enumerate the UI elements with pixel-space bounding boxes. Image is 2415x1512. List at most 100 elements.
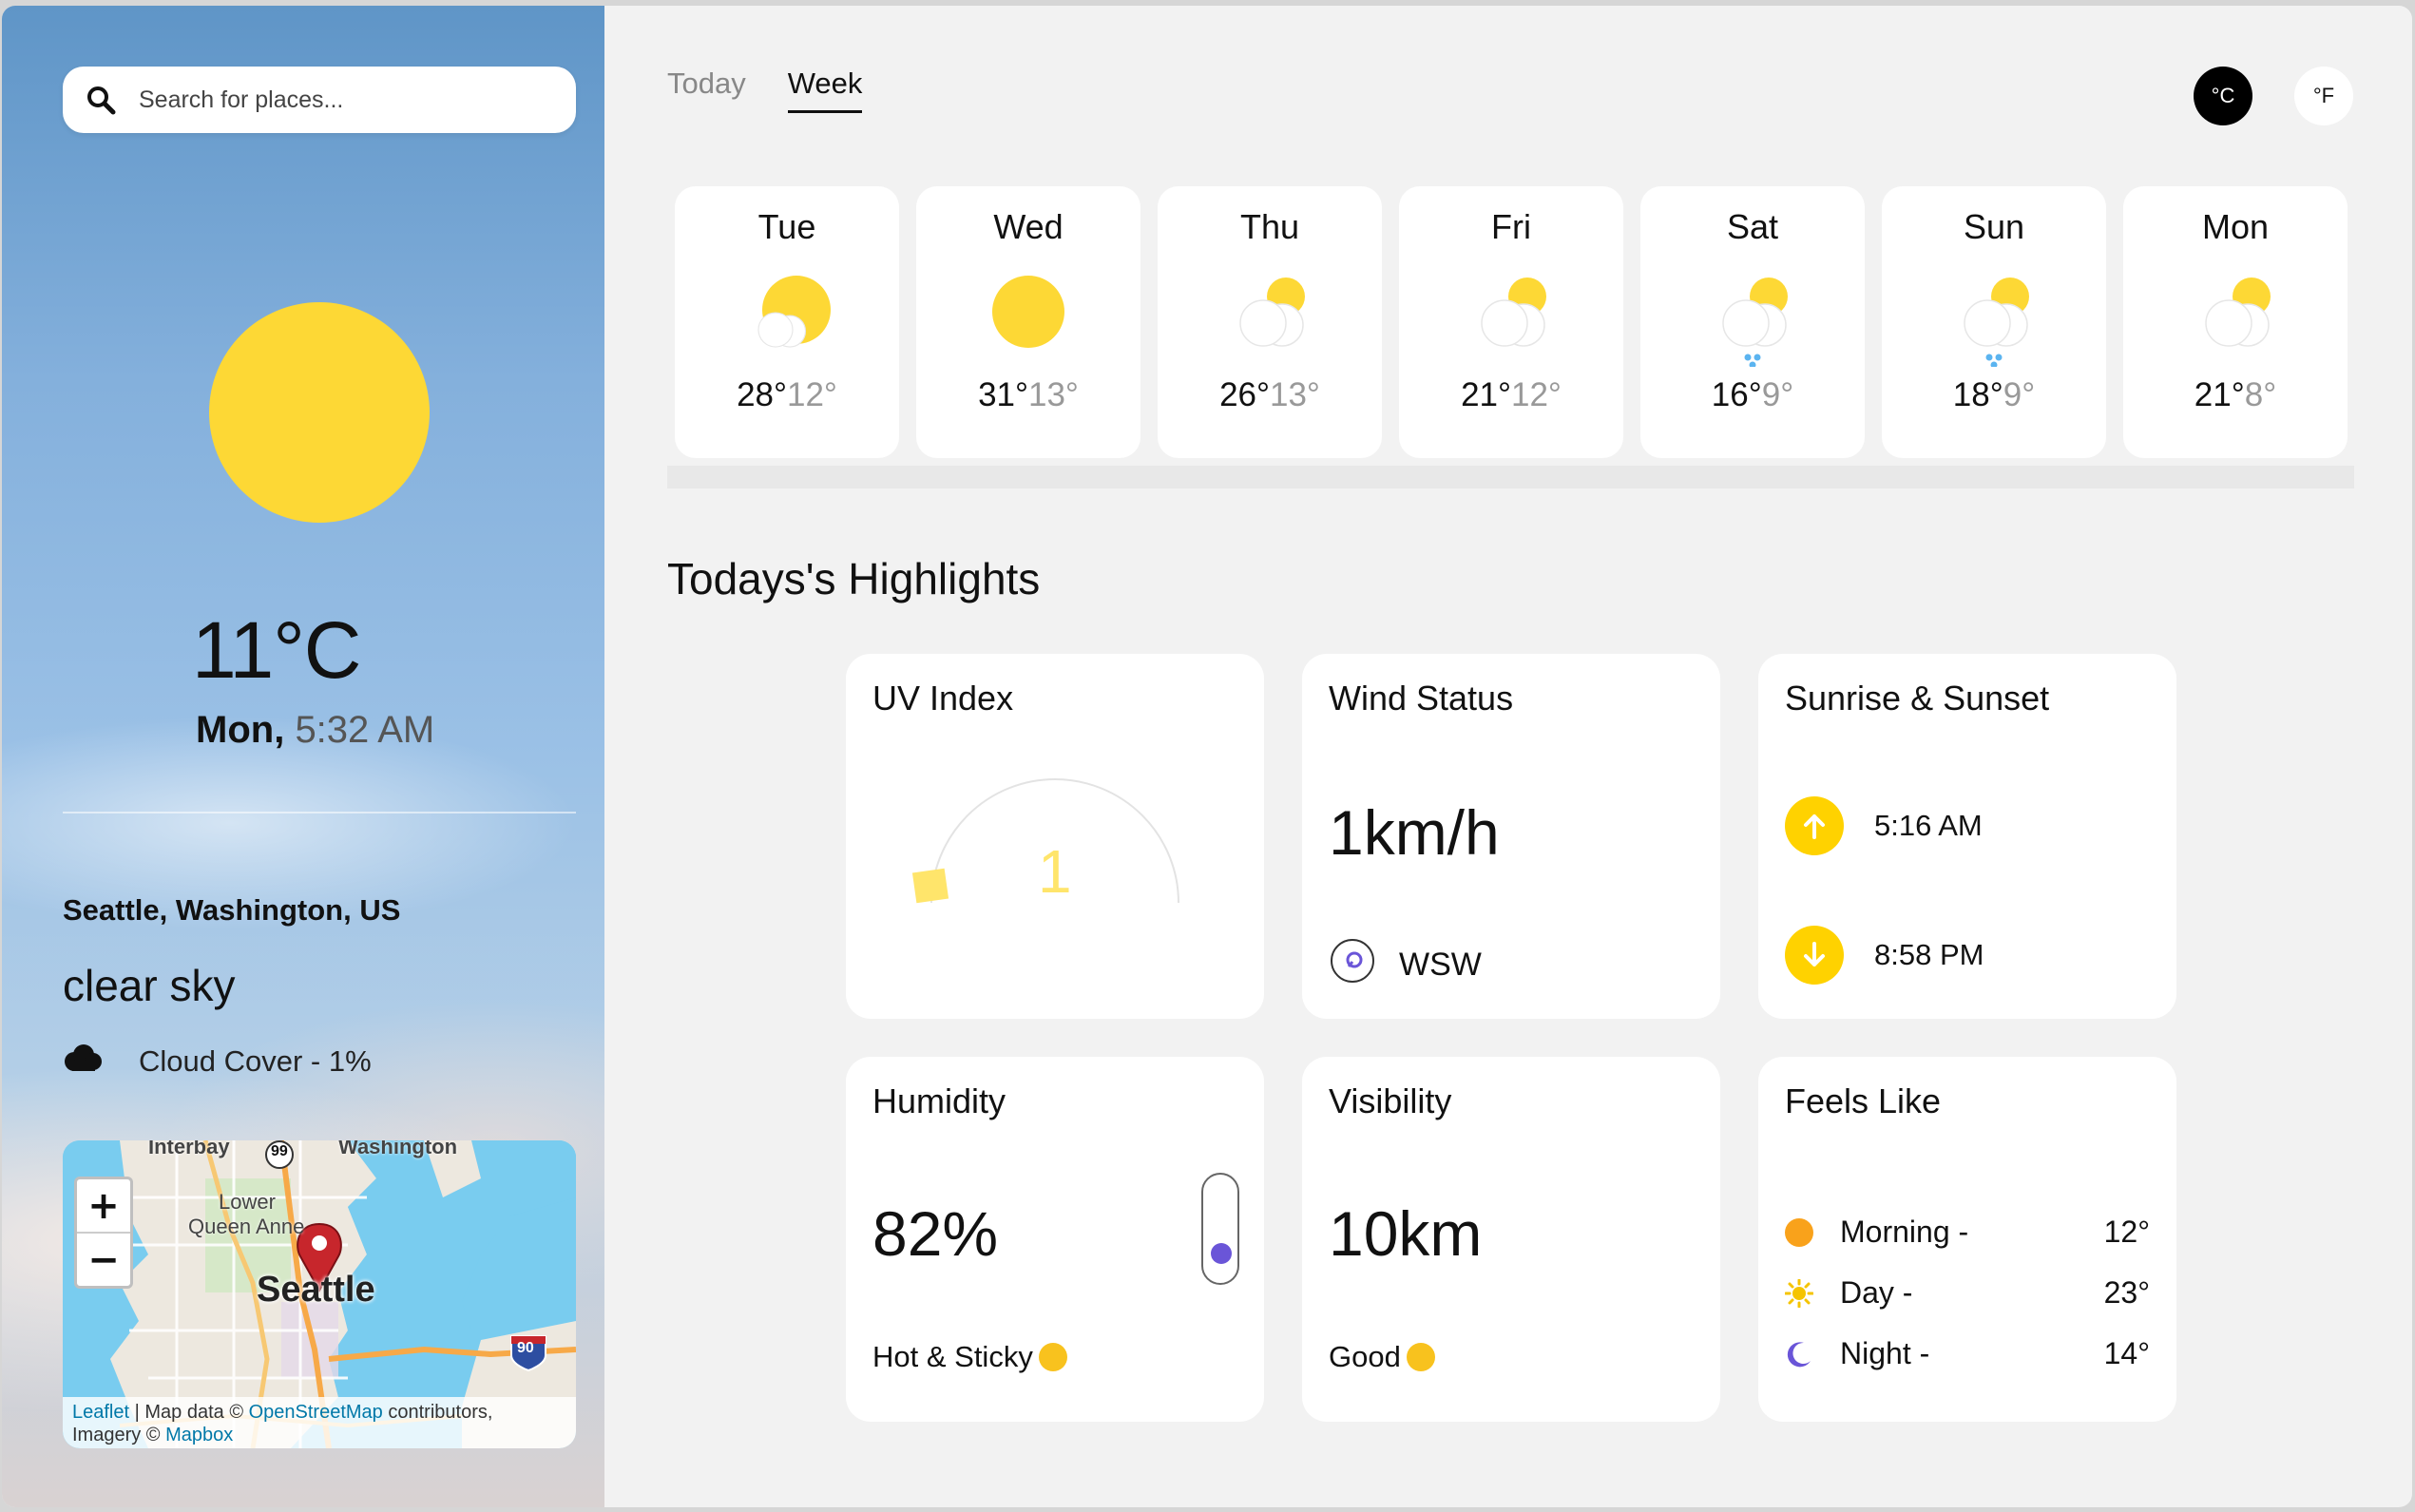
- sunrise-row: 5:16 AM: [1785, 796, 1983, 855]
- day-temperature: 26°13°: [1219, 376, 1320, 414]
- morning-circle-icon: [1785, 1217, 1813, 1247]
- sidebar: 11°C Mon, 5:32 AM Seattle, Washington, U…: [2, 6, 604, 1507]
- day-name: Wed: [993, 207, 1064, 246]
- humidity-note: Hot & Sticky: [872, 1340, 1033, 1373]
- visibility-note: Good: [1329, 1340, 1401, 1373]
- day-temperature: 16°9°: [1712, 376, 1793, 414]
- cloud-cover-text: Cloud Cover - 1%: [139, 1044, 372, 1078]
- day-temperature: 21°12°: [1461, 376, 1562, 414]
- week-forecast: Tue 28°12° Wed 31°13° Thu 26°13° Fri 21°…: [675, 186, 2348, 458]
- day-card-tue[interactable]: Tue 28°12°: [675, 186, 899, 458]
- leaflet-link[interactable]: Leaflet: [72, 1402, 129, 1423]
- location-map[interactable]: + − Interbay Washington 99 90 Lower Quee…: [63, 1140, 576, 1448]
- app-window: 11°C Mon, 5:32 AM Seattle, Washington, U…: [2, 6, 2412, 1507]
- visibility-value: 10km: [1329, 1198, 1483, 1269]
- uv-index-value: 1: [1038, 837, 1072, 906]
- sunset-arrow-icon: [1785, 926, 1844, 985]
- wind-status-card: Wind Status 1km/h WSW: [1302, 654, 1720, 1019]
- humidity-level-indicator: [1201, 1173, 1239, 1285]
- zoom-in-button[interactable]: +: [77, 1179, 130, 1234]
- current-day: Mon,: [196, 709, 285, 751]
- day-low: 13°: [1270, 376, 1320, 413]
- humidity-card: Humidity 82% Hot & Sticky: [846, 1057, 1264, 1422]
- openstreetmap-link[interactable]: OpenStreetMap: [249, 1402, 383, 1423]
- day-label: Day -: [1840, 1275, 1913, 1310]
- wind-speed-value: 1km/h: [1329, 797, 1500, 868]
- highlights-title: Todays's Highlights: [667, 554, 1041, 603]
- feels-like-morning-row: Morning - 12°: [1785, 1215, 2150, 1250]
- tab-week[interactable]: Week: [787, 67, 863, 113]
- wind-direction-row: WSW: [1329, 937, 1482, 993]
- day-card-sun[interactable]: Sun 18°9°: [1882, 186, 2106, 458]
- day-name: Sun: [1963, 207, 2025, 246]
- sunrise-arrow-icon: [1785, 796, 1844, 855]
- day-name: Thu: [1239, 207, 1300, 246]
- search-icon[interactable]: [63, 85, 139, 115]
- location-name: Seattle, Washington, US: [63, 893, 401, 927]
- main-panel: Today Week °C °F Tue 28°12° Wed 31°13° T…: [604, 6, 2412, 1507]
- sweat-smile-emoji-icon: [1038, 1343, 1067, 1371]
- morning-value: 12°: [2103, 1215, 2150, 1249]
- humidity-title: Humidity: [872, 1081, 1006, 1120]
- current-datetime: Mon, 5:32 AM: [196, 709, 434, 752]
- humidity-value: 82%: [872, 1198, 999, 1269]
- cloud-sun-icon: [2174, 262, 2297, 367]
- day-high: 26°: [1219, 376, 1270, 413]
- morning-label: Morning -: [1840, 1215, 1969, 1249]
- zoom-out-button[interactable]: −: [77, 1234, 130, 1286]
- weather-condition: clear sky: [63, 961, 236, 1010]
- feels-like-day-row: Day - 23°: [1784, 1275, 2150, 1311]
- current-time: 5:32 AM: [295, 709, 435, 751]
- sun-icon: [1784, 1278, 1814, 1308]
- day-high: 16°: [1711, 376, 1762, 413]
- cloud-sun-rain-icon: [1932, 262, 2056, 369]
- visibility-card: Visibility 10km Good: [1302, 1057, 1720, 1422]
- week-scrollbar[interactable]: [667, 466, 2354, 488]
- attribution-text-2: contributors,: [382, 1402, 493, 1423]
- fahrenheit-button[interactable]: °F: [2294, 67, 2353, 125]
- day-card-sat[interactable]: Sat 16°9°: [1640, 186, 1865, 458]
- day-temperature: 28°12°: [737, 376, 837, 414]
- view-tabs: Today Week: [667, 67, 863, 113]
- sunrise-sunset-title: Sunrise & Sunset: [1785, 679, 2050, 718]
- map-highway-90: 90: [517, 1340, 534, 1356]
- day-high: 21°: [2194, 376, 2245, 413]
- cloud-cover-row: Cloud Cover - 1%: [63, 1043, 372, 1080]
- cloud-sun-rain-icon: [1691, 262, 1814, 369]
- day-low: 13°: [1028, 376, 1079, 413]
- map-label-lower: Lower: [219, 1190, 276, 1214]
- sun-icon: [967, 262, 1090, 367]
- tab-today[interactable]: Today: [667, 67, 746, 113]
- feels-like-card: Feels Like Morning - 12° Day - 23° Night…: [1758, 1057, 2176, 1422]
- humidity-level-dot: [1211, 1242, 1232, 1264]
- day-low: 12°: [1511, 376, 1562, 413]
- attribution-text-1: | Map data ©: [129, 1402, 249, 1423]
- humidity-note-row: Hot & Sticky: [872, 1340, 1067, 1374]
- cloud-icon: [63, 1043, 103, 1080]
- day-low: 9°: [2003, 376, 2036, 413]
- day-low: 9°: [1761, 376, 1794, 413]
- current-weather-sun-icon: [209, 302, 430, 523]
- sunset-row: 8:58 PM: [1785, 926, 1984, 985]
- day-name: Fri: [1491, 207, 1531, 246]
- day-temperature: 31°13°: [978, 376, 1079, 414]
- day-card-wed[interactable]: Wed 31°13°: [916, 186, 1140, 458]
- moon-icon: [1785, 1340, 1813, 1368]
- mapbox-link[interactable]: Mapbox: [165, 1425, 233, 1445]
- current-temperature: 11°C: [192, 605, 361, 695]
- search-box[interactable]: [63, 67, 576, 133]
- celsius-button[interactable]: °C: [2194, 67, 2252, 125]
- sunrise-sunset-card: Sunrise & Sunset 5:16 AM 8:58 PM: [1758, 654, 2176, 1019]
- day-card-fri[interactable]: Fri 21°12°: [1399, 186, 1623, 458]
- map-label-queen-anne: Queen Anne: [188, 1215, 305, 1238]
- day-card-mon[interactable]: Mon 21°8°: [2123, 186, 2348, 458]
- wind-status-title: Wind Status: [1329, 679, 1514, 718]
- day-high: 18°: [1952, 376, 2003, 413]
- day-name: Tue: [757, 207, 816, 246]
- sunset-time: 8:58 PM: [1874, 938, 1984, 971]
- search-input[interactable]: [139, 86, 576, 114]
- day-card-thu[interactable]: Thu 26°13°: [1158, 186, 1382, 458]
- feels-like-night-row: Night - 14°: [1785, 1336, 2150, 1371]
- compass-icon: [1329, 937, 1376, 993]
- map-zoom-control: + −: [74, 1177, 133, 1289]
